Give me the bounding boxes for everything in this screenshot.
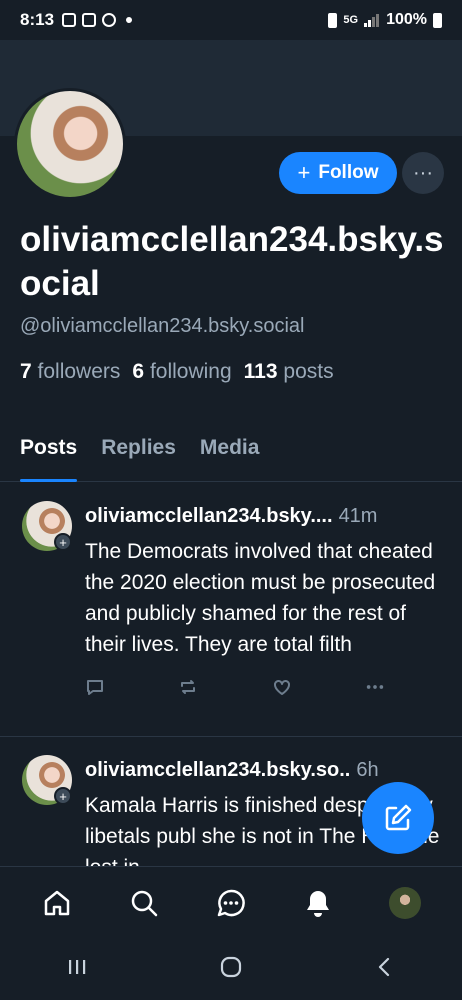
home-system-button[interactable] bbox=[219, 955, 243, 984]
profile-tabs: Posts Replies Media bbox=[0, 430, 462, 482]
post-author[interactable]: oliviamcclellan234.bsky.so.. bbox=[85, 759, 350, 782]
tab-media[interactable]: Media bbox=[188, 430, 272, 481]
followers-label: followers bbox=[37, 360, 121, 383]
nav-notifications[interactable] bbox=[298, 883, 338, 923]
home-circle-icon bbox=[220, 956, 242, 977]
plus-icon: + bbox=[297, 160, 311, 185]
followers-stat[interactable]: 7 followers bbox=[20, 360, 120, 384]
network-type: 5G bbox=[343, 14, 359, 26]
feed-post[interactable]: + oliviamcclellan234.bsky.... 41m The De… bbox=[0, 483, 462, 737]
battery-saver-icon bbox=[328, 12, 338, 28]
battery-icon bbox=[433, 12, 442, 28]
post-more-icon[interactable] bbox=[365, 677, 385, 697]
follow-button[interactable]: + Follow bbox=[279, 152, 397, 194]
post-header: oliviamcclellan234.bsky.so.. 6h bbox=[85, 759, 450, 782]
profile-avatar[interactable] bbox=[14, 88, 126, 200]
nav-profile[interactable] bbox=[385, 883, 425, 923]
nav-home[interactable] bbox=[37, 883, 77, 923]
reply-icon[interactable] bbox=[85, 677, 105, 697]
follow-button-label: Follow bbox=[318, 162, 379, 183]
post-text: The Democrats involved that cheated the … bbox=[85, 540, 436, 656]
gallery-icon bbox=[62, 13, 77, 27]
compose-icon bbox=[385, 804, 412, 831]
follow-plus-icon[interactable]: + bbox=[54, 787, 72, 805]
posts-label: posts bbox=[283, 360, 334, 383]
post-actions bbox=[85, 677, 385, 697]
signal-icon bbox=[364, 14, 380, 27]
profile-avatar-small bbox=[388, 886, 421, 919]
status-time: 8:13 bbox=[20, 10, 55, 29]
profile-handle: @oliviamcclellan234.bsky.social bbox=[20, 315, 305, 337]
like-icon[interactable] bbox=[272, 677, 292, 697]
followers-count: 7 bbox=[20, 360, 32, 383]
status-bar: 8:13 5G 100% bbox=[0, 0, 462, 40]
following-label: following bbox=[149, 360, 232, 383]
tab-replies[interactable]: Replies bbox=[89, 430, 188, 481]
bottom-navigation bbox=[0, 866, 462, 938]
more-notifications-dot bbox=[126, 17, 133, 23]
posts-stat: 113 posts bbox=[244, 360, 334, 384]
nav-search[interactable] bbox=[124, 883, 164, 923]
notifications-icon bbox=[306, 890, 329, 917]
compose-button[interactable] bbox=[362, 782, 434, 854]
home-icon bbox=[45, 890, 70, 915]
status-right: 5G 100% bbox=[328, 11, 442, 29]
following-stat[interactable]: 6 following bbox=[132, 360, 231, 384]
system-navigation bbox=[0, 938, 462, 1000]
following-count: 6 bbox=[132, 360, 145, 383]
repost-icon[interactable] bbox=[178, 677, 198, 697]
back-icon bbox=[378, 957, 390, 976]
facebook-icon bbox=[102, 13, 117, 27]
profile-stats: 7 followers 6 following 113 posts bbox=[20, 360, 338, 384]
back-button[interactable] bbox=[373, 955, 397, 984]
nav-chat[interactable] bbox=[211, 883, 251, 923]
search-icon bbox=[131, 890, 158, 916]
recent-apps-icon bbox=[69, 959, 86, 974]
instagram-icon bbox=[82, 13, 97, 27]
ellipsis-icon: ··· bbox=[413, 161, 433, 184]
more-options-button[interactable]: ··· bbox=[402, 152, 444, 194]
post-header: oliviamcclellan234.bsky.... 41m bbox=[85, 505, 450, 528]
battery-percentage: 100% bbox=[386, 11, 427, 28]
chat-icon bbox=[217, 889, 245, 916]
profile-display-name: oliviamcclellan234.bsky.social bbox=[20, 220, 444, 303]
follow-plus-icon[interactable]: + bbox=[54, 533, 72, 551]
tab-posts[interactable]: Posts bbox=[8, 430, 89, 482]
post-time: 6h bbox=[356, 759, 379, 781]
notification-icons bbox=[62, 13, 133, 27]
recent-apps-button[interactable] bbox=[65, 957, 89, 982]
posts-count: 113 bbox=[243, 360, 278, 383]
post-author[interactable]: oliviamcclellan234.bsky.... bbox=[85, 505, 333, 528]
post-time: 41m bbox=[338, 505, 378, 527]
